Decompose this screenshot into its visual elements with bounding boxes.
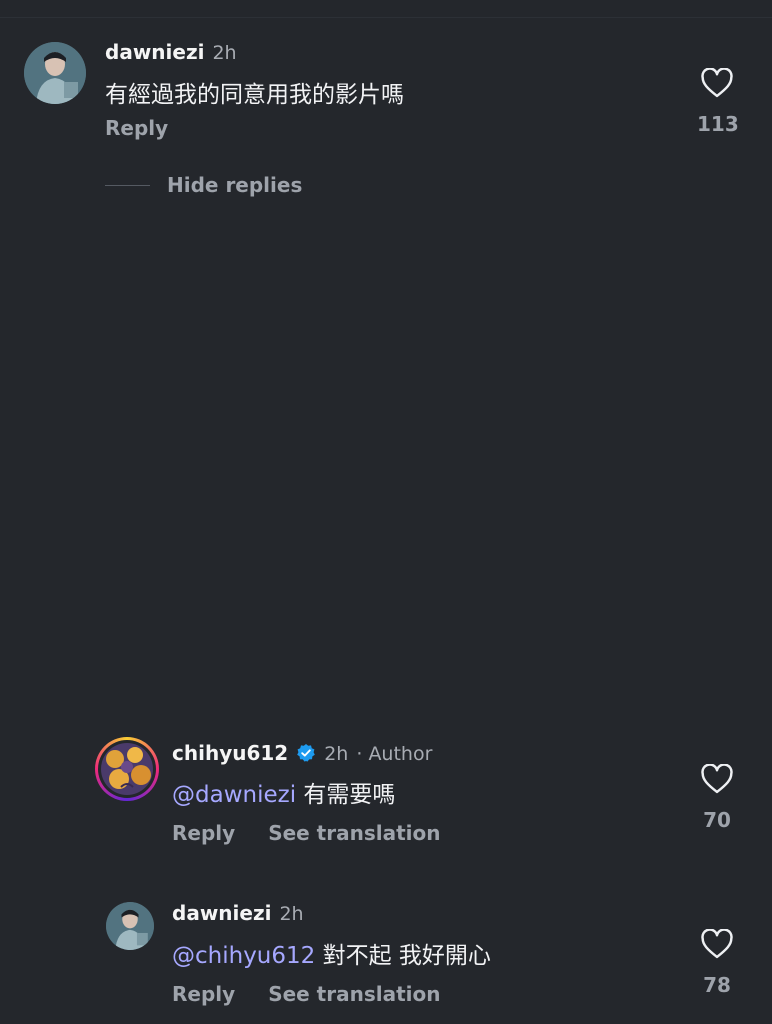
- comment-text: 有經過我的同意用我的影片嗎: [105, 82, 404, 108]
- heart-outline-icon[interactable]: [700, 764, 734, 794]
- verified-badge-icon: [296, 743, 316, 763]
- like-count: 70: [703, 808, 731, 832]
- like-control: 113: [697, 68, 739, 136]
- like-control: 70: [697, 764, 737, 832]
- username[interactable]: dawniezi: [105, 40, 204, 64]
- comment-body: 對不起 我好開心: [322, 943, 491, 969]
- comment-actions: Reply See translation: [172, 982, 441, 1006]
- username[interactable]: dawniezi: [172, 901, 271, 925]
- mention-link[interactable]: @chihyu612: [172, 943, 315, 969]
- timestamp: 2h: [279, 903, 304, 925]
- comment-actions: Reply See translation: [172, 821, 441, 845]
- reply-button[interactable]: Reply: [172, 982, 235, 1006]
- heart-outline-icon[interactable]: [700, 68, 734, 98]
- mention-link[interactable]: @dawniezi: [172, 782, 296, 808]
- see-translation-button[interactable]: See translation: [268, 821, 440, 845]
- comment-meta: dawniezi 2h: [105, 40, 237, 64]
- avatar[interactable]: [106, 902, 154, 950]
- see-translation-button[interactable]: See translation: [268, 982, 440, 1006]
- avatar: [101, 743, 153, 795]
- timestamp: 2h: [324, 743, 349, 765]
- comment-meta: chihyu612 2h · Author: [172, 740, 432, 765]
- comment-text: @chihyu612 對不起 我好開心: [172, 936, 491, 970]
- comment-actions: Reply: [105, 116, 168, 140]
- hide-replies-label: Hide replies: [167, 173, 303, 197]
- comment-text: @dawniezi 有需要嗎: [172, 775, 395, 809]
- divider: [105, 184, 150, 186]
- like-control: 78: [697, 929, 737, 997]
- heart-outline-icon[interactable]: [700, 929, 734, 959]
- username[interactable]: chihyu612: [172, 741, 288, 765]
- like-count: 113: [697, 112, 739, 136]
- reply-button[interactable]: Reply: [105, 116, 168, 140]
- comment-body: 有需要嗎: [303, 782, 396, 808]
- author-tag: · Author: [356, 743, 433, 765]
- top-divider: [0, 17, 772, 18]
- timestamp: 2h: [212, 42, 237, 64]
- story-ring-avatar[interactable]: [95, 737, 159, 801]
- comment-meta: dawniezi 2h: [172, 901, 304, 925]
- reply-button[interactable]: Reply: [172, 821, 235, 845]
- like-count: 78: [703, 973, 731, 997]
- avatar[interactable]: [24, 42, 86, 104]
- hide-replies-button[interactable]: Hide replies: [105, 173, 302, 197]
